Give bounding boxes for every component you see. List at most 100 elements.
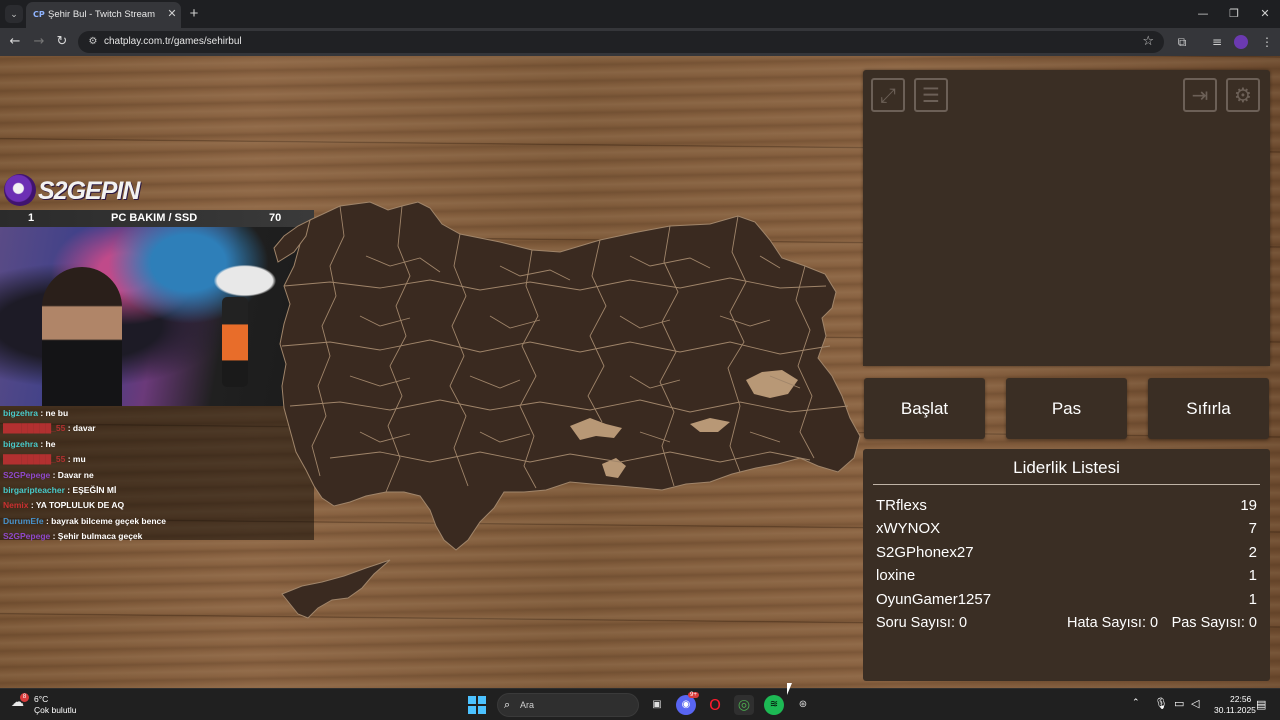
leaderboard-row: xWYNOX 7 xyxy=(876,520,1257,542)
chat-username[interactable]: Nemix xyxy=(3,500,29,510)
chat-message: Nemix : YA TOPLULUK DE AQ xyxy=(0,498,314,513)
network-icon[interactable]: ▭ xyxy=(1174,697,1184,710)
media-icon[interactable]: ≡ xyxy=(1209,34,1225,50)
fullscreen-icon[interactable]: ⤢ xyxy=(871,78,905,112)
player-score: 1 xyxy=(1248,567,1257,584)
webcam-feed xyxy=(0,227,314,406)
steam-icon[interactable]: ⊛ xyxy=(793,695,813,715)
microphone-icon xyxy=(222,297,248,387)
reset-button[interactable]: Sıfırla xyxy=(1148,378,1269,439)
chat-text: : mu xyxy=(65,454,86,465)
clock-date[interactable]: 30.11.2025 xyxy=(1214,705,1256,715)
new-tab-icon[interactable]: + xyxy=(186,6,202,22)
leaderboard-title: Liderlik Listesi xyxy=(1013,458,1120,477)
weather-badge: 8 xyxy=(20,693,29,702)
player-name: loxine xyxy=(876,567,916,584)
exit-icon[interactable]: ⇥ xyxy=(1183,78,1217,112)
notification-icon[interactable]: ▤ xyxy=(1256,698,1266,711)
chat-username[interactable]: DurumEfe xyxy=(3,516,44,526)
chat-text: : davar xyxy=(65,423,96,434)
player-name: OyunGamer1257 xyxy=(876,591,992,608)
logo-eye-icon xyxy=(4,174,36,206)
chat-text: : bayrak bilceme geçek bence xyxy=(43,515,166,526)
chat-username[interactable]: S2GPepege xyxy=(3,531,50,541)
chat-username[interactable]: bigzehra xyxy=(3,439,38,449)
extensions-icon[interactable]: ⧉ xyxy=(1174,34,1190,50)
chat-message: S2GPepege : Davar ne xyxy=(0,468,314,483)
player-name: TRflexs xyxy=(876,497,927,514)
url-text[interactable]: chatplay.com.tr/games/sehirbul xyxy=(104,36,242,47)
windows-start-icon[interactable] xyxy=(468,696,486,714)
taskbar-search[interactable]: ⌕ Ara xyxy=(497,693,639,717)
stream-logo: S2GEPIN xyxy=(4,172,140,210)
document-icon[interactable]: ☰ xyxy=(914,78,948,112)
profile-icon[interactable] xyxy=(1234,35,1248,49)
player-score: 7 xyxy=(1248,520,1257,537)
leaderboard-stats: Soru Sayısı: 0 Hata Sayısı: 0 Pas Sayısı… xyxy=(876,615,1257,637)
close-window-icon[interactable]: ✕ xyxy=(1255,7,1275,21)
clock-time[interactable]: 22:56 xyxy=(1230,694,1251,704)
stream-info-bar: 1 PC BAKIM / SSD 70 xyxy=(0,210,314,227)
site-info-icon[interactable]: ⚙ xyxy=(86,35,100,49)
start-button[interactable]: Başlat xyxy=(864,378,985,439)
tab-close-icon[interactable]: ✕ xyxy=(165,7,179,21)
forward-icon[interactable]: → xyxy=(31,34,47,50)
question-count: Soru Sayısı: 0 xyxy=(876,615,968,631)
chat-message: ████████_55 : davar xyxy=(0,421,314,436)
player-score: 19 xyxy=(1240,497,1257,514)
turkey-map[interactable] xyxy=(270,196,870,636)
spotify-icon[interactable]: ≋ xyxy=(764,695,784,715)
search-placeholder: Ara xyxy=(520,700,535,710)
leaderboard-row: OyunGamer1257 1 xyxy=(876,591,1257,613)
leaderboard-row: S2GPhonex27 2 xyxy=(876,544,1257,566)
pass-button[interactable]: Pas xyxy=(1006,378,1127,439)
leaderboard-panel: Liderlik Listesi TRflexs 19 xWYNOX 7 S2G… xyxy=(863,449,1270,681)
minimize-icon[interactable]: — xyxy=(1193,7,1213,21)
settings-icon[interactable]: ⚙ xyxy=(1226,78,1260,112)
chat-text: : Davar ne xyxy=(50,469,94,480)
chat-username[interactable]: bigzehra xyxy=(3,408,38,418)
browser-tab-bar: ⌄ CP Şehir Bul - Twitch Stream Game ✕ + … xyxy=(0,0,1280,28)
tab-list-button[interactable]: ⌄ xyxy=(5,5,23,23)
question-display xyxy=(863,122,1270,366)
star-icon[interactable]: ☆ xyxy=(1142,34,1154,49)
streamer-figure xyxy=(42,267,122,406)
discord-icon[interactable]: ◉ xyxy=(676,695,696,715)
cyprus-island[interactable] xyxy=(281,559,391,619)
microphone-tray-icon[interactable]: 🎙 xyxy=(1154,697,1168,710)
chat-message: bigzehra : ne bu xyxy=(0,406,314,421)
chat-username[interactable]: ████████_55 xyxy=(3,423,65,433)
tray-chevron-icon[interactable]: ⌃ xyxy=(1132,698,1140,708)
game-page: S2GEPIN 1 PC BAKIM / SSD 70 bigzehra : n… xyxy=(0,56,1280,688)
back-icon[interactable]: ← xyxy=(7,34,23,50)
task-view-icon[interactable]: ▣ xyxy=(647,695,667,715)
restore-icon[interactable]: ❐ xyxy=(1224,7,1244,21)
player-score: 2 xyxy=(1248,544,1257,561)
player-name: S2GPhonex27 xyxy=(876,544,974,561)
windows-taskbar: ☁ 8 6°C Çok bulutlu ⌕ Ara ▣ ◉ 9+ O ◎ ≋ ⊛… xyxy=(0,688,1280,720)
chat-username[interactable]: birgaripteacher xyxy=(3,485,65,495)
chat-text: : Şehir bulmaca geçek xyxy=(50,531,143,542)
player-name: xWYNOX xyxy=(876,520,941,537)
reload-icon[interactable]: ↻ xyxy=(54,34,70,50)
chat-username[interactable]: ████████_55 xyxy=(3,454,65,464)
discord-badge: 9+ xyxy=(688,692,699,698)
game-display-panel: ⤢ ☰ ⇥ ⚙ xyxy=(863,70,1270,366)
browser-tab[interactable]: CP Şehir Bul - Twitch Stream Game ✕ xyxy=(26,2,181,28)
volume-icon[interactable]: ◁ xyxy=(1191,697,1199,710)
chat-message: birgaripteacher : EŞEĞİN Mİ xyxy=(0,483,314,498)
chat-username[interactable]: S2GPepege xyxy=(3,470,50,480)
chrome-icon[interactable]: ◎ xyxy=(734,695,754,715)
chat-message: S2GPepege : Şehir bulmaca geçek xyxy=(0,529,314,544)
opera-icon[interactable]: O xyxy=(705,695,725,715)
mouse-cursor-icon xyxy=(787,683,792,695)
pass-count: Pas Sayısı: 0 xyxy=(1171,615,1257,631)
chat-message: bigzehra : he xyxy=(0,437,314,452)
weather-temp: 6°C xyxy=(34,694,49,704)
menu-icon[interactable]: ⋮ xyxy=(1259,34,1275,50)
tab-title: Şehir Bul - Twitch Stream Game xyxy=(48,9,158,20)
player-score: 1 xyxy=(1248,591,1257,608)
chat-overlay: bigzehra : ne bu ████████_55 : davar bigze… xyxy=(0,406,314,541)
chat-message: ████████_55 : mu xyxy=(0,452,314,467)
address-bar[interactable]: ⚙ chatplay.com.tr/games/sehirbul ☆ xyxy=(78,31,1164,53)
